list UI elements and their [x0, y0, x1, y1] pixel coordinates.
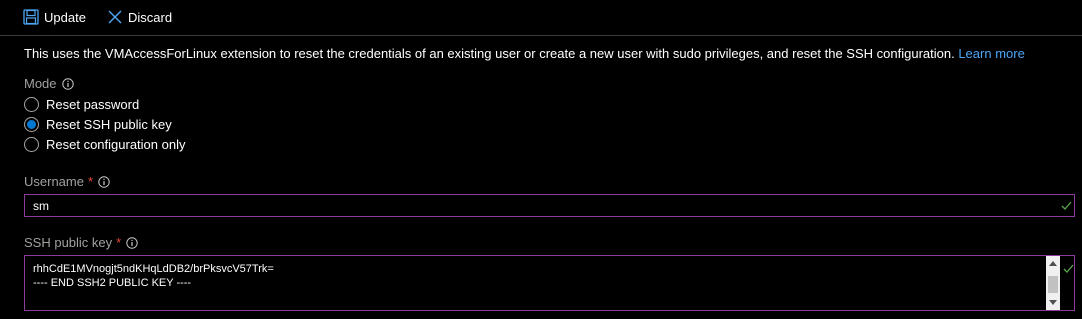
username-label: Username *	[24, 174, 110, 189]
update-label: Update	[44, 9, 86, 25]
radio-button[interactable]	[24, 97, 39, 112]
description: This uses the VMAccessForLinux extension…	[24, 46, 1025, 61]
radio-button-selected[interactable]	[24, 117, 39, 132]
ssh-key-label-text: SSH public key	[24, 235, 113, 250]
scroll-down-arrow-icon[interactable]	[1046, 296, 1060, 309]
info-icon[interactable]	[98, 175, 110, 188]
close-icon	[107, 9, 123, 25]
save-icon	[23, 9, 39, 25]
learn-more-link[interactable]: Learn more	[958, 46, 1024, 61]
valid-check-icon	[1063, 261, 1074, 279]
info-icon[interactable]	[61, 77, 74, 90]
toolbar-divider	[0, 35, 1082, 36]
required-mark: *	[87, 174, 94, 189]
info-icon[interactable]	[126, 236, 138, 249]
ssh-key-line: ---- END SSH2 PUBLIC KEY ----	[33, 277, 192, 289]
command-bar: Update Discard	[0, 0, 1082, 34]
scroll-up-arrow-icon[interactable]	[1046, 257, 1060, 270]
valid-check-icon	[1061, 200, 1072, 214]
ssh-key-label: SSH public key *	[24, 235, 138, 250]
radio-reset-configuration-only[interactable]: Reset configuration only	[24, 137, 185, 152]
discard-button[interactable]: Discard	[107, 9, 172, 25]
mode-label-text: Mode	[24, 76, 57, 91]
radio-button[interactable]	[24, 137, 39, 152]
radio-label: Reset SSH public key	[46, 117, 172, 132]
radio-reset-password[interactable]: Reset password	[24, 97, 139, 112]
ssh-key-text: ​rhhCdE1MVnogjt5ndKHqLdDB2/brPksvcV57Trk…	[33, 256, 274, 290]
ssh-key-line: rhhCdE1MVnogjt5ndKHqLdDB2/brPksvcV57Trk=	[33, 263, 274, 275]
radio-reset-ssh-public-key[interactable]: Reset SSH public key	[24, 117, 172, 132]
required-mark: *	[116, 235, 122, 250]
ssh-key-textarea[interactable]: ​rhhCdE1MVnogjt5ndKHqLdDB2/brPksvcV57Trk…	[24, 255, 1075, 311]
username-input[interactable]: sm	[24, 194, 1075, 217]
description-text: This uses the VMAccessForLinux extension…	[24, 46, 955, 61]
username-value: sm	[33, 199, 49, 213]
radio-label: Reset password	[46, 97, 140, 112]
mode-label: Mode	[24, 76, 74, 91]
ssh-key-line: ​	[33, 256, 274, 262]
update-button[interactable]: Update	[23, 9, 86, 25]
textarea-scrollbar[interactable]	[1046, 256, 1060, 310]
radio-selected-dot	[27, 120, 36, 129]
username-label-text: Username	[24, 174, 84, 189]
scrollbar-thumb[interactable]	[1048, 276, 1058, 293]
radio-label: Reset configuration only	[46, 137, 186, 152]
discard-label: Discard	[128, 9, 173, 25]
